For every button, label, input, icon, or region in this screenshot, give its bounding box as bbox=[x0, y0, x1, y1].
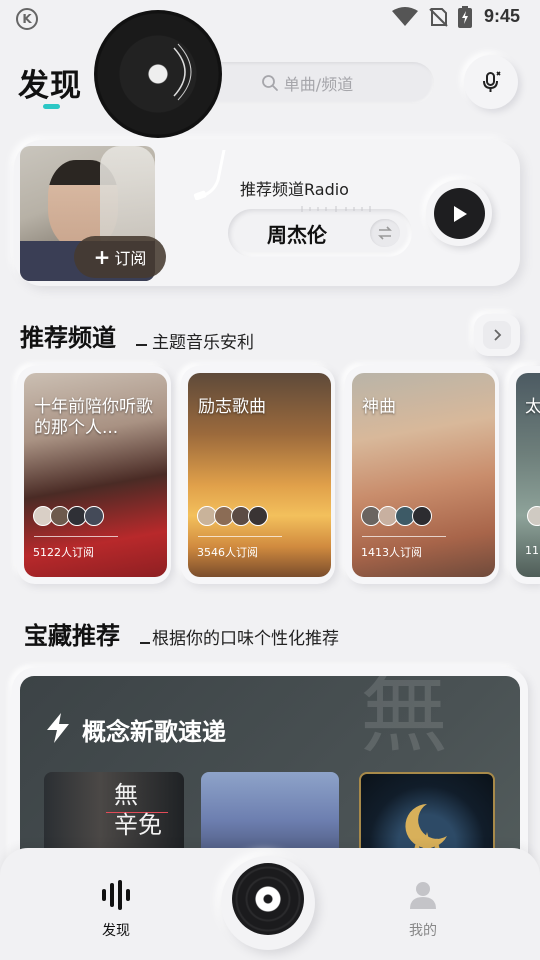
channel-card[interactable]: 太 11 bbox=[516, 373, 540, 577]
channel-card-title: 励志歌曲 bbox=[198, 397, 266, 417]
avatar bbox=[248, 506, 268, 526]
play-icon bbox=[453, 205, 467, 222]
channel-card[interactable]: 神曲 1413人订阅 bbox=[352, 373, 495, 577]
nav-mine[interactable]: 我的 bbox=[393, 880, 453, 940]
divider bbox=[198, 536, 282, 537]
subscriber-count: 11 bbox=[525, 544, 539, 557]
search-icon bbox=[261, 75, 278, 91]
chevron-right-icon bbox=[494, 329, 502, 341]
wifi-icon bbox=[392, 7, 418, 26]
channel-card-title: 神曲 bbox=[362, 397, 396, 417]
play-button[interactable] bbox=[434, 188, 485, 239]
battery-charging-icon bbox=[458, 6, 472, 28]
nav-discover-label: 发现 bbox=[102, 923, 130, 939]
avatar bbox=[412, 506, 432, 526]
underscore-divider bbox=[136, 344, 147, 346]
section-title-treasure: 宝藏推荐 bbox=[24, 622, 120, 650]
subscriber-count: 3546人订阅 bbox=[197, 546, 258, 559]
new-songs-title: 概念新歌速递 bbox=[82, 718, 226, 746]
album-cover-text: 無 辛免 bbox=[114, 781, 162, 839]
subscriber-count: 5122人订阅 bbox=[33, 546, 94, 559]
user-icon bbox=[410, 882, 436, 909]
swap-icon bbox=[378, 226, 392, 240]
underscore-divider bbox=[140, 642, 150, 644]
lightning-icon bbox=[47, 713, 69, 743]
subscribe-label: 订阅 bbox=[114, 249, 147, 268]
sound-wave-icon bbox=[102, 880, 130, 910]
channel-card-title: 十年前陪你听歌的那个人... bbox=[34, 397, 153, 438]
now-playing-disc-button[interactable] bbox=[232, 863, 304, 935]
app-notification-icon: K bbox=[16, 8, 38, 30]
status-bar: K 9:45 bbox=[0, 0, 540, 36]
more-channels-button[interactable] bbox=[474, 314, 520, 356]
divider bbox=[34, 536, 118, 537]
search-placeholder: 单曲/频道 bbox=[283, 75, 354, 94]
channel-card[interactable]: 十年前陪你听歌的那个人... 5122人订阅 bbox=[24, 373, 167, 577]
channel-card-title: 太 bbox=[525, 397, 540, 417]
section-subtitle-channels: 主题音乐安利 bbox=[152, 333, 254, 353]
tab-active-indicator bbox=[43, 104, 60, 109]
section-title-channels: 推荐频道 bbox=[20, 324, 116, 352]
avatar bbox=[84, 506, 104, 526]
radio-title: 推荐频道Radio bbox=[240, 180, 349, 199]
no-sim-icon bbox=[429, 8, 448, 27]
vinyl-record-label bbox=[173, 43, 192, 101]
voice-search-button[interactable] bbox=[464, 55, 518, 109]
nav-mine-label: 我的 bbox=[409, 923, 437, 939]
tab-discover[interactable]: 发现 bbox=[18, 60, 82, 105]
ruler-ticks-icon bbox=[301, 206, 371, 212]
nav-discover[interactable]: 发现 bbox=[86, 880, 146, 940]
subscriber-avatars bbox=[527, 506, 540, 528]
avatar bbox=[527, 506, 540, 526]
divider bbox=[362, 536, 446, 537]
switch-artist-button[interactable] bbox=[370, 219, 400, 247]
subscribe-button[interactable]: + 订阅 bbox=[74, 236, 166, 278]
subscriber-avatars bbox=[361, 506, 432, 528]
channel-card[interactable]: 励志歌曲 3546人订阅 bbox=[188, 373, 331, 577]
plus-icon: + bbox=[93, 245, 111, 269]
background-glyph: 無 bbox=[360, 676, 449, 765]
subscriber-avatars bbox=[33, 506, 104, 528]
microphone-icon bbox=[483, 71, 501, 92]
clock: 9:45 bbox=[484, 6, 521, 26]
artist-name: 周杰伦 bbox=[267, 223, 327, 247]
section-subtitle-treasure: 根据你的口味个性化推荐 bbox=[152, 629, 339, 649]
subscriber-count: 1413人订阅 bbox=[361, 546, 422, 559]
subscriber-avatars bbox=[197, 506, 268, 528]
tonearm-icon bbox=[193, 150, 226, 200]
